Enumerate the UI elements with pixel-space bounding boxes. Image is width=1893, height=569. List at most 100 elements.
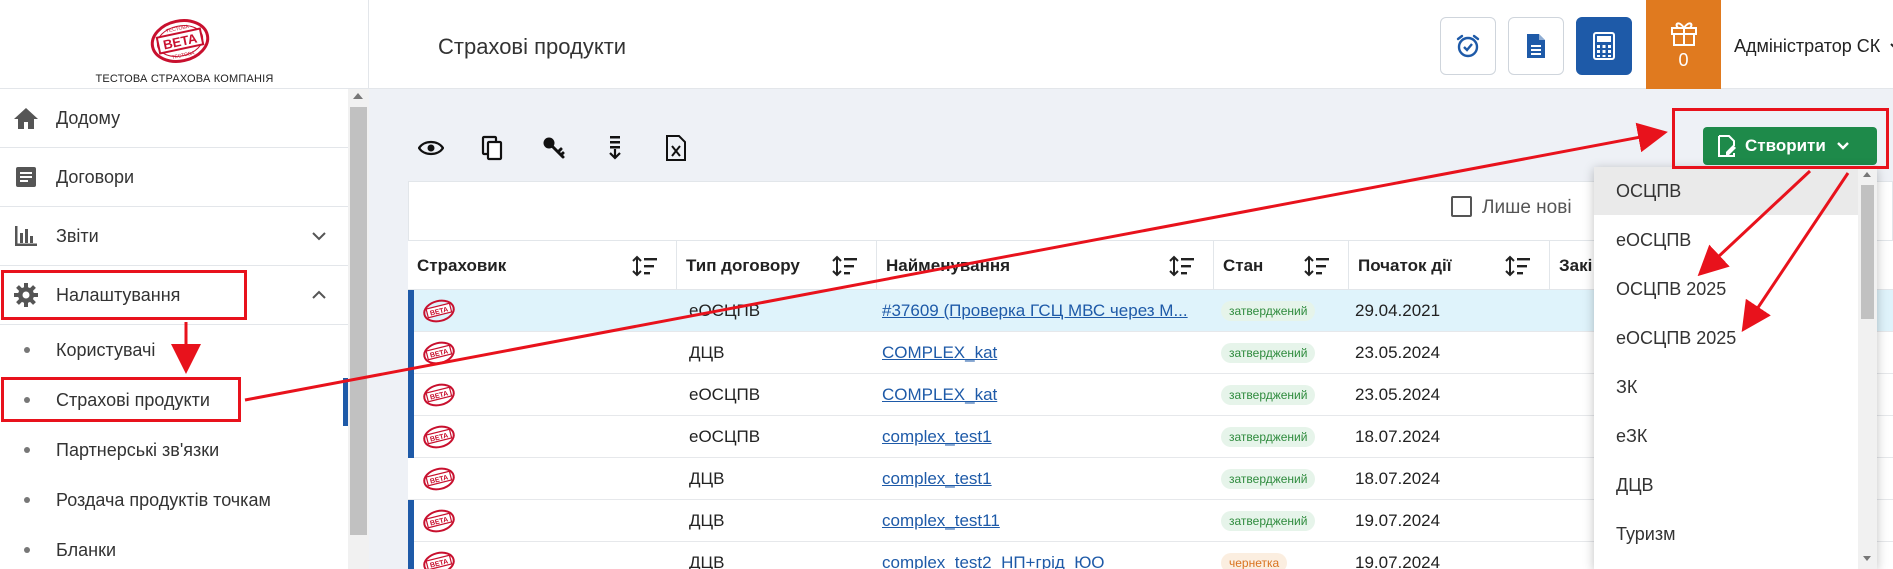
insurer-logo-seal: BETA — [423, 425, 455, 449]
product-link[interactable]: complex_test2_НП+грід_ЮО — [882, 553, 1105, 569]
dropdown-option-eoscpv[interactable]: еОСЦПВ — [1594, 216, 1858, 264]
dropdown-option-eoscpv-2025[interactable]: еОСЦПВ 2025 — [1594, 314, 1858, 362]
only-new-checkbox[interactable] — [1451, 196, 1472, 217]
status-badge: затверджений — [1221, 427, 1316, 447]
cell-name: COMPLEX_kat — [882, 332, 1207, 374]
view-button[interactable] — [415, 132, 447, 164]
cell-contract-type: еОСЦПВ — [689, 301, 761, 320]
cell-status: затверджений — [1221, 374, 1316, 416]
calculator-button[interactable] — [1576, 17, 1632, 75]
alarm-button[interactable] — [1440, 17, 1496, 75]
sidebar-subitem-product-distribution[interactable]: Роздача продуктів точкам — [0, 475, 348, 525]
document-button[interactable] — [1508, 17, 1564, 75]
row-indicator — [408, 290, 414, 332]
dropdown-option-ezk[interactable]: еЗК — [1594, 412, 1858, 460]
cell-start-date: 29.04.2021 — [1355, 301, 1441, 320]
column-status[interactable]: Стан — [1214, 241, 1349, 291]
sort-icon[interactable] — [1169, 255, 1195, 277]
cell-name: complex_test1 — [882, 416, 1207, 458]
dropdown-option-zk[interactable]: ЗК — [1594, 363, 1858, 411]
cell-start-date: 19.07.2024 — [1355, 511, 1441, 530]
contract-icon — [12, 163, 40, 191]
sort-download-button[interactable] — [599, 132, 631, 164]
dropdown-option-tourism[interactable]: Туризм — [1594, 510, 1858, 558]
sort-icon[interactable] — [632, 255, 658, 277]
product-link[interactable]: COMPLEX_kat — [882, 343, 997, 363]
sidebar-subitem-blanks[interactable]: Бланки — [0, 525, 348, 569]
row-indicator — [408, 542, 414, 569]
eye-icon — [418, 140, 444, 156]
dropdown-scrollbar[interactable] — [1858, 167, 1877, 569]
status-badge: чернетка — [1221, 553, 1288, 569]
dropdown-option-dcv[interactable]: ДЦВ — [1594, 461, 1858, 509]
cell-name: #37609 (Проверка ГСЦ МВС через М... — [882, 290, 1207, 332]
scrollbar-thumb[interactable] — [1861, 185, 1874, 319]
insurer-logo-seal: BETA — [423, 341, 455, 365]
row-indicator — [408, 416, 414, 458]
column-name[interactable]: Найменування — [877, 241, 1214, 291]
status-badge: затверджений — [1221, 511, 1316, 531]
page-title: Страхові продукти — [438, 34, 627, 59]
insurer-logo-seal: BETA — [423, 467, 455, 491]
row-indicator — [408, 374, 414, 416]
copy-button[interactable] — [476, 132, 508, 164]
gift-button[interactable]: 0 — [1646, 0, 1721, 89]
scroll-up-icon[interactable] — [353, 93, 363, 99]
product-link[interactable]: complex_test1 — [882, 469, 992, 489]
insurer-logo-seal: BETA — [423, 509, 455, 533]
sort-icon[interactable] — [1304, 255, 1330, 277]
column-contract-type[interactable]: Тип договору — [677, 241, 877, 291]
product-link[interactable]: complex_test11 — [882, 511, 1000, 531]
sort-icon[interactable] — [1505, 255, 1531, 277]
chart-icon — [12, 222, 40, 250]
logo-area[interactable]: BETA ТЕСТОВА ТЕСТОВА ТЕСТОВА СТРАХОВА КО… — [0, 0, 369, 89]
dropdown-option-oscpv[interactable]: ОСЦПВ — [1594, 167, 1858, 215]
annotation-box-create — [1672, 108, 1889, 169]
bullet-icon — [24, 547, 30, 553]
product-link[interactable]: complex_test1 — [882, 427, 992, 447]
scrollbar-thumb[interactable] — [350, 107, 367, 535]
cell-start-date: 18.07.2024 — [1355, 427, 1441, 446]
cell-start-date: 19.07.2024 — [1355, 553, 1441, 569]
export-excel-button[interactable] — [660, 132, 692, 164]
sort-download-icon — [609, 136, 621, 160]
status-badge: затверджений — [1221, 301, 1316, 321]
cell-name: complex_test11 — [882, 500, 1207, 542]
status-badge: затверджений — [1221, 385, 1316, 405]
insurer-logo-seal: BETA — [423, 551, 455, 569]
calculator-icon — [1593, 32, 1615, 60]
sidebar-item-contracts[interactable]: Договори — [0, 148, 348, 207]
sidebar-item-reports[interactable]: Звіти — [0, 207, 348, 266]
scroll-down-icon[interactable] — [1863, 556, 1871, 561]
user-name: Адміністратор СК — [1734, 36, 1881, 56]
only-new-label[interactable]: Лише нові — [1482, 197, 1572, 219]
key-icon — [543, 137, 565, 159]
sidebar-item-label: Додому — [56, 107, 121, 128]
alarm-clock-icon — [1456, 34, 1480, 58]
annotation-box-settings — [1, 270, 247, 320]
cell-contract-type: ДЦВ — [689, 343, 725, 362]
cell-contract-type: ДЦВ — [689, 469, 725, 488]
column-insurer[interactable]: Страховик — [408, 241, 677, 291]
sidebar-item-home[interactable]: Додому — [0, 89, 348, 148]
column-start-date[interactable]: Початок дії — [1349, 241, 1550, 291]
product-link[interactable]: COMPLEX_kat — [882, 385, 997, 405]
product-link[interactable]: #37609 (Проверка ГСЦ МВС через М... — [882, 301, 1188, 321]
cell-contract-type: ДЦВ — [689, 553, 725, 569]
annotation-box-insurance-products — [1, 377, 241, 422]
header: BETA ТЕСТОВА ТЕСТОВА ТЕСТОВА СТРАХОВА КО… — [0, 0, 1893, 89]
sidebar-subitem-partner-links[interactable]: Партнерські зв'язки — [0, 425, 348, 475]
sidebar-subitem-users[interactable]: Користувачі — [0, 325, 348, 375]
cell-start-date: 23.05.2024 — [1355, 385, 1441, 404]
user-menu[interactable]: Адміністратор СК — [1734, 36, 1893, 57]
dropdown-option-oscpv-2025[interactable]: ОСЦПВ 2025 — [1594, 265, 1858, 313]
sort-icon[interactable] — [832, 255, 858, 277]
sidebar-item-label: Договори — [56, 166, 135, 187]
cell-name: complex_test2_НП+грід_ЮО — [882, 542, 1207, 569]
scroll-up-icon[interactable] — [1863, 172, 1871, 177]
chevron-up-icon — [312, 290, 326, 299]
sidebar-scrollbar[interactable] — [348, 89, 369, 569]
insurer-logo-seal: BETA — [423, 299, 455, 323]
key-button[interactable] — [538, 132, 570, 164]
sidebar-subitem-label: Бланки — [56, 539, 116, 560]
